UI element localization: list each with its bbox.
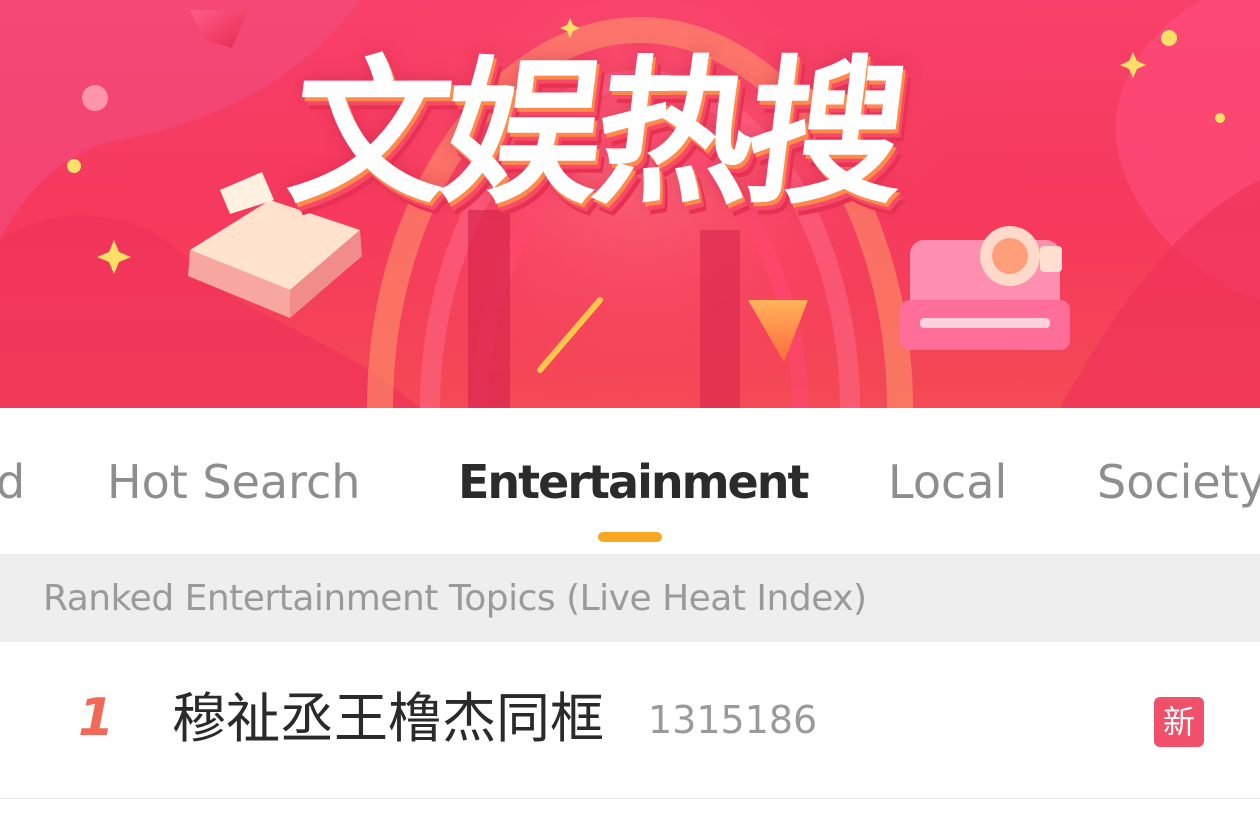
page: 文娱热搜 d Hot Search Entertainment Local So…: [0, 0, 1260, 832]
section-header: Ranked Entertainment Topics (Live Heat I…: [0, 555, 1260, 642]
category-tab-bar: d Hot Search Entertainment Local Society: [0, 408, 1260, 555]
list-continuation: [0, 799, 1260, 832]
section-header-label: Ranked Entertainment Topics (Live Heat I…: [43, 578, 867, 619]
camera-icon: [900, 226, 1070, 350]
rank-number: 1: [78, 688, 115, 748]
tab-entertainment[interactable]: Entertainment: [458, 452, 809, 512]
hero-banner: 文娱热搜: [0, 0, 1260, 408]
active-tab-indicator: [598, 532, 662, 542]
tab-trend-partial[interactable]: d: [0, 452, 25, 512]
banner-title: 文娱热搜: [280, 42, 912, 226]
topic-title[interactable]: 穆祉丞王橹杰同框: [172, 686, 604, 752]
heat-index: 1315186: [648, 698, 818, 742]
tab-local[interactable]: Local: [888, 452, 1007, 512]
tab-society[interactable]: Society: [1097, 452, 1260, 512]
new-badge: 新: [1154, 697, 1204, 747]
tab-hot-search[interactable]: Hot Search: [107, 452, 360, 512]
list-item[interactable]: 1 穆祉丞王橹杰同框 1315186 新: [0, 642, 1260, 799]
